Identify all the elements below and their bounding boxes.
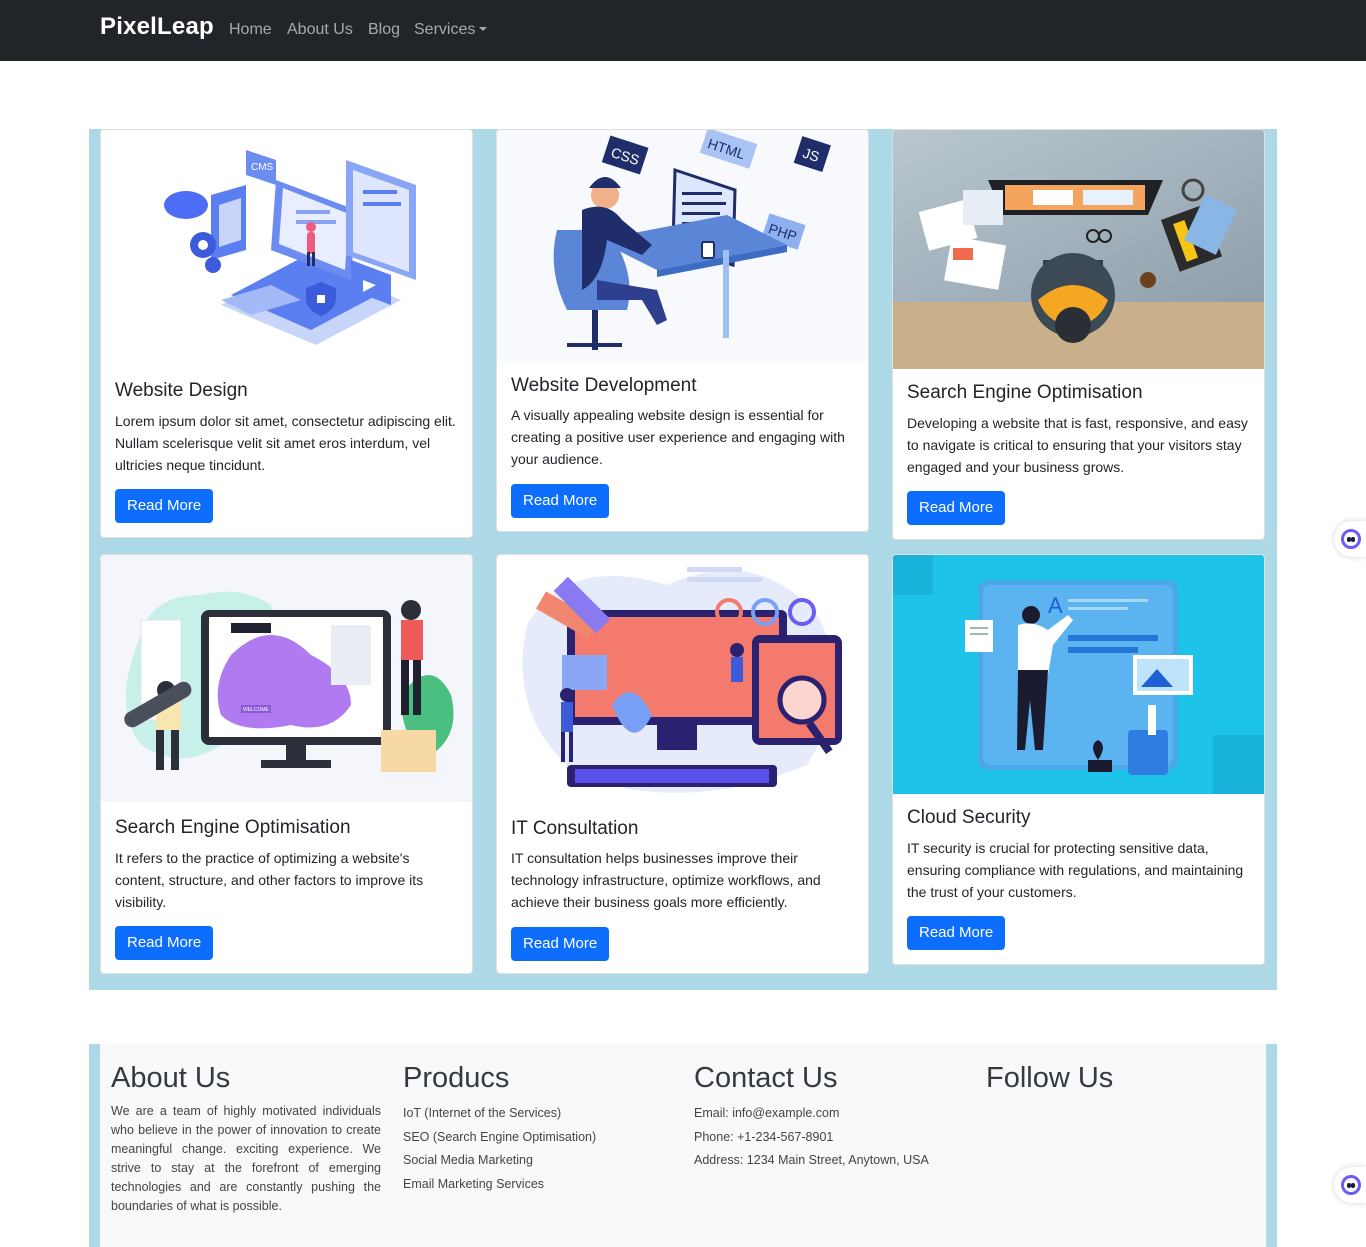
assistant-bot-icon xyxy=(1341,529,1361,549)
card-text: IT security is crucial for protecting se… xyxy=(907,840,1244,900)
read-more-button[interactable]: Read More xyxy=(907,491,1006,525)
read-more-button[interactable]: Read More xyxy=(115,489,214,523)
footer-products-heading: Producs xyxy=(403,1062,510,1094)
footer-contact: Contact Us Email: info@example.com Phone… xyxy=(694,1060,929,1173)
footer-product-item[interactable]: Social Media Marketing xyxy=(403,1149,596,1173)
card-image-it-consultation xyxy=(497,555,868,805)
card-title: Search Engine Optimisation xyxy=(907,382,1143,403)
card-text: IT consultation helps businesses improve… xyxy=(511,850,821,910)
card-image-cloud-security: A xyxy=(893,555,1264,794)
nav-link-home[interactable]: Home xyxy=(229,21,272,39)
card-image-website-design: CMS xyxy=(101,130,472,370)
card-image-seo-desk xyxy=(893,130,1264,369)
card-title: IT Consultation xyxy=(511,818,639,839)
card-image-seo-design: WELCOME xyxy=(101,555,472,802)
nav-services-label: Services xyxy=(414,21,476,38)
nav-link-blog[interactable]: Blog xyxy=(368,21,400,39)
service-card: IT Consultation IT consultation helps bu… xyxy=(496,554,869,974)
services-section: CMS Website Design Lorem ipsum dolor sit… xyxy=(89,129,1277,990)
footer-products: Producs IoT (Internet of the Services) S… xyxy=(403,1060,596,1196)
card-text: Lorem ipsum dolor sit amet, consectetur … xyxy=(115,413,456,473)
card-title: Website Design xyxy=(115,380,248,401)
footer-follow: Follow Us xyxy=(986,1060,1113,1102)
footer-about: About Us We are a team of highly motivat… xyxy=(111,1060,381,1216)
footer-contact-address: Address: 1234 Main Street, Anytown, USA xyxy=(694,1153,929,1167)
assistant-bot-icon xyxy=(1341,1175,1361,1195)
nav-link-about[interactable]: About Us xyxy=(287,21,353,39)
card-title: Cloud Security xyxy=(907,807,1031,828)
footer-follow-heading: Follow Us xyxy=(986,1062,1114,1094)
assistant-widget-button[interactable] xyxy=(1334,521,1366,557)
footer-contact-email: Email: info@example.com xyxy=(694,1106,840,1120)
read-more-button[interactable]: Read More xyxy=(115,926,214,960)
footer-product-item[interactable]: SEO (Search Engine Optimisation) xyxy=(403,1126,596,1150)
image-label-letter: A xyxy=(1048,593,1063,618)
footer-product-item[interactable]: IoT (Internet of the Services) xyxy=(403,1102,596,1126)
nav-dropdown-services[interactable]: Services xyxy=(414,21,488,39)
card-text: Developing a website that is fast, respo… xyxy=(907,415,1248,475)
card-text: A visually appealing website design is e… xyxy=(511,407,845,467)
service-card: CMS Website Design Lorem ipsum dolor sit… xyxy=(100,129,473,538)
footer-panel: About Us We are a team of highly motivat… xyxy=(100,1044,1266,1247)
card-image-website-development: CSS HTML JS PHP xyxy=(497,130,868,361)
footer-contact-phone: Phone: +1-234-567-8901 xyxy=(694,1129,834,1144)
image-label-welcome: WELCOME xyxy=(243,707,270,713)
read-more-button[interactable]: Read More xyxy=(907,916,1006,950)
footer-product-item[interactable]: Email Marketing Services xyxy=(403,1173,596,1197)
card-title: Website Development xyxy=(511,375,697,396)
card-title: Search Engine Optimisation xyxy=(115,817,351,838)
assistant-widget-button[interactable] xyxy=(1334,1167,1366,1203)
caret-down-icon xyxy=(479,27,488,31)
footer-about-text: We are a team of highly motivated indivi… xyxy=(111,1104,381,1213)
card-text: It refers to the practice of optimizing … xyxy=(115,850,424,910)
service-card: CSS HTML JS PHP Website Development A vi… xyxy=(496,129,869,532)
read-more-button[interactable]: Read More xyxy=(511,484,610,518)
image-label-cms: CMS xyxy=(251,162,274,173)
service-card: A Cloud Security IT security is crucial … xyxy=(892,554,1265,965)
read-more-button[interactable]: Read More xyxy=(511,927,610,961)
footer-about-heading: About Us xyxy=(111,1062,231,1094)
navbar: PixelLeap Home About Us Blog Services xyxy=(0,0,1366,61)
service-card: WELCOME Search Engine Optimisation It re… xyxy=(100,554,473,974)
footer: About Us We are a team of highly motivat… xyxy=(89,1044,1277,1247)
brand-logo[interactable]: PixelLeap xyxy=(100,13,214,41)
service-card: Search Engine Optimisation Developing a … xyxy=(892,129,1265,540)
footer-contact-heading: Contact Us xyxy=(694,1062,838,1094)
